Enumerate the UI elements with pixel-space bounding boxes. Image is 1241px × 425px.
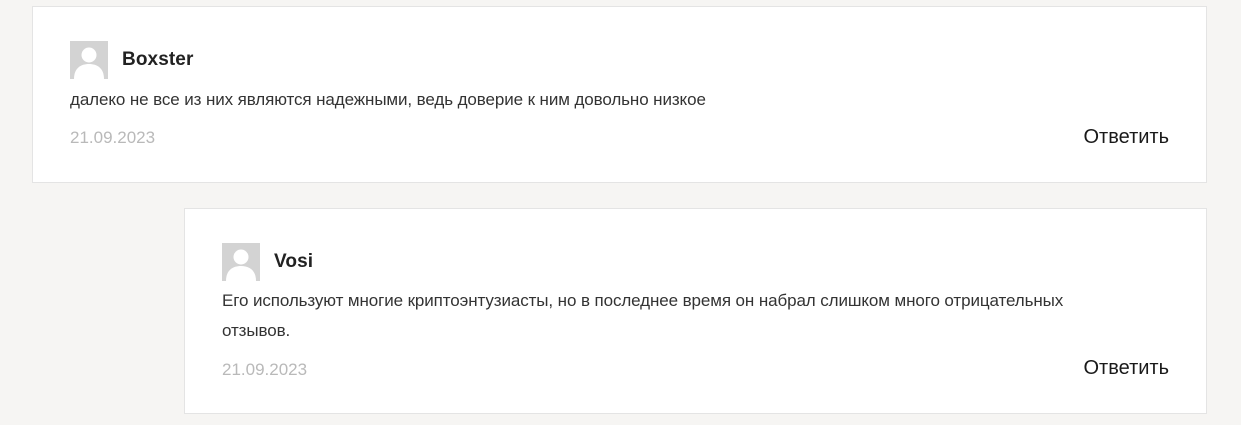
comment-date: 21.09.2023 xyxy=(70,128,156,147)
comment-author: Boxster xyxy=(122,49,194,70)
user-avatar-icon xyxy=(70,41,108,79)
reply-link[interactable]: Ответить xyxy=(1084,126,1170,149)
comment-author: Vosi xyxy=(274,251,314,272)
comment-header: Vosi xyxy=(222,243,313,281)
comment-header: Boxster xyxy=(70,41,193,79)
reply-link[interactable]: Ответить xyxy=(1084,357,1170,380)
comment-text: далеко не все из них являются надежными,… xyxy=(70,90,706,109)
comment-text: Его используют многие криптоэнтузиасты, … xyxy=(222,291,1064,340)
user-avatar-icon xyxy=(222,243,260,281)
comment-card: Boxster далеко не все из них являются на… xyxy=(32,6,1207,183)
comment-card-reply: Vosi Его используют многие криптоэнтузиа… xyxy=(184,208,1207,414)
comment-date: 21.09.2023 xyxy=(222,360,308,379)
